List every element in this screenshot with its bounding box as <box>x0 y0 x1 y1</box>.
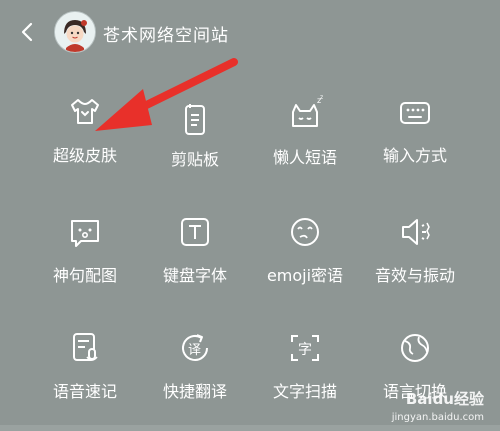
tile-sentence-image[interactable]: 神句配图 <box>30 200 140 300</box>
tile-quick-translate[interactable]: 译 快捷翻译 <box>140 316 250 416</box>
bottom-strip <box>0 425 500 431</box>
tile-lazy-phrases[interactable]: z z 懒人短语 <box>250 82 360 182</box>
tile-text-scan[interactable]: 字 文字扫描 <box>250 316 360 416</box>
scan-text-icon: 字 <box>291 335 319 361</box>
tile-super-skin[interactable]: 超级皮肤 <box>30 80 140 180</box>
chevron-left-icon[interactable] <box>16 20 40 44</box>
header: 苍术网络空间站 <box>0 0 500 66</box>
svg-text:译: 译 <box>188 343 201 358</box>
clipboard-icon <box>185 104 205 135</box>
tile-label: 神句配图 <box>52 266 117 285</box>
tile-label: 超级皮肤 <box>52 146 117 165</box>
watermark-brand: Baidu经验 <box>405 390 484 408</box>
speaker-icon <box>402 219 430 245</box>
svg-text:z: z <box>320 94 323 101</box>
cartoon-avatar-icon <box>55 12 95 52</box>
keyboard-icon <box>400 102 430 124</box>
tile-clipboard[interactable]: 剪贴板 <box>140 88 250 188</box>
tile-label: 剪贴板 <box>170 150 219 169</box>
watermark-url: jingyan.baidu.com <box>391 412 484 423</box>
tile-label: 键盘字体 <box>162 266 227 285</box>
tile-emoji-code[interactable]: emoji密语 <box>250 200 360 300</box>
tile-label: emoji密语 <box>266 266 344 285</box>
tile-label: 文字扫描 <box>272 382 337 401</box>
translate-icon: 译 <box>182 334 208 361</box>
sleepy-cat-icon: z z <box>292 94 323 127</box>
svg-text:字: 字 <box>298 342 312 358</box>
tile-label: 语音速记 <box>52 382 117 401</box>
tshirt-icon <box>71 99 99 124</box>
tile-label: 快捷翻译 <box>162 382 227 401</box>
avatar[interactable] <box>54 11 96 53</box>
page-title: 苍术网络空间站 <box>103 26 229 46</box>
tile-label: 输入方式 <box>382 146 447 165</box>
tile-keyboard-font[interactable]: 键盘字体 <box>140 200 250 300</box>
tile-voice-note[interactable]: 语音速记 <box>30 316 140 416</box>
font-t-icon <box>181 218 209 246</box>
tile-label: 懒人短语 <box>272 148 337 167</box>
tile-input-method[interactable]: 输入方式 <box>360 80 470 180</box>
image-bubble-icon <box>71 220 99 247</box>
globe-icon <box>401 334 429 362</box>
tile-sound-vibration[interactable]: 音效与振动 <box>360 200 470 300</box>
emoji-icon <box>291 218 319 246</box>
tile-label: 音效与振动 <box>374 266 455 285</box>
voice-note-icon <box>73 333 98 361</box>
